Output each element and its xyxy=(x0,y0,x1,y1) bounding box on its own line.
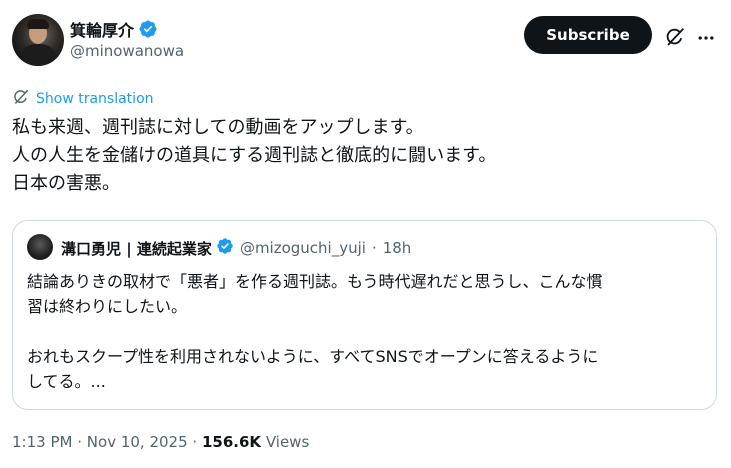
verified-badge-icon xyxy=(216,237,234,259)
quoted-tweet-header: 溝口勇児 | 連続起業家 @mizoguchi_yuji · 18h xyxy=(61,237,411,259)
grok-icon[interactable] xyxy=(664,26,686,52)
show-translation-link[interactable]: Show translation xyxy=(12,88,154,110)
author-avatar[interactable] xyxy=(12,14,64,66)
quoted-author-name: 溝口勇児 | 連続起業家 xyxy=(61,239,212,258)
quoted-tweet-text: 結論ありきの取材で「悪者」を作る週刊誌。もう時代遅れだと思うし、こんな慣 習は終… xyxy=(27,269,707,394)
quoted-separator: · xyxy=(371,239,377,257)
tweet-line: 日本の害悪。 xyxy=(12,173,120,194)
quoted-line xyxy=(27,319,707,344)
translate-icon xyxy=(12,88,30,110)
author-name-line: 箕輪厚介 xyxy=(70,17,158,41)
quoted-line: 結論ありきの取材で「悪者」を作る週刊誌。もう時代遅れだと思うし、こんな慣 xyxy=(27,272,603,291)
quoted-line: してる。... xyxy=(27,372,106,391)
quoted-line: おれもスクープ性を利用されないように、すべてSNSでオープンに答えるように xyxy=(27,347,599,366)
meta-separator: · xyxy=(77,433,83,451)
avatar-hair-shape xyxy=(27,19,49,29)
tweet-line: 私も来週、週刊誌に対しての動画をアップします。 xyxy=(12,117,424,138)
subscribe-button[interactable]: Subscribe xyxy=(524,16,652,54)
avatar-body-shape xyxy=(18,44,58,66)
tweet-date[interactable]: Nov 10, 2025 xyxy=(87,433,188,451)
views-count: 156.6K xyxy=(201,433,262,451)
tweet-meta: 1:13 PM · Nov 10, 2025 · 156.6K Views xyxy=(12,433,309,451)
author-handle[interactable]: @minowanowa xyxy=(70,42,184,60)
quoted-time: 18h xyxy=(382,239,412,257)
verified-badge-icon xyxy=(138,19,158,39)
quoted-line: 習は終わりにしたい。 xyxy=(27,297,188,316)
tweet-text: 私も来週、週刊誌に対しての動画をアップします。 人の人生を金儲けの道具にする週刊… xyxy=(12,114,712,198)
quoted-author-handle: @mizoguchi_yuji xyxy=(239,239,366,257)
meta-separator: · xyxy=(192,433,198,451)
tweet-line: 人の人生を金儲けの道具にする週刊誌と徹底的に闘います。 xyxy=(12,145,497,166)
tweet-time[interactable]: 1:13 PM xyxy=(12,433,72,451)
more-icon[interactable] xyxy=(696,28,716,52)
author-name[interactable]: 箕輪厚介 xyxy=(70,17,134,41)
show-translation-label: Show translation xyxy=(36,91,154,107)
quoted-author-avatar xyxy=(27,234,53,260)
views-label: Views xyxy=(265,433,310,451)
quoted-tweet-card[interactable]: 溝口勇児 | 連続起業家 @mizoguchi_yuji · 18h 結論ありき… xyxy=(12,220,717,410)
